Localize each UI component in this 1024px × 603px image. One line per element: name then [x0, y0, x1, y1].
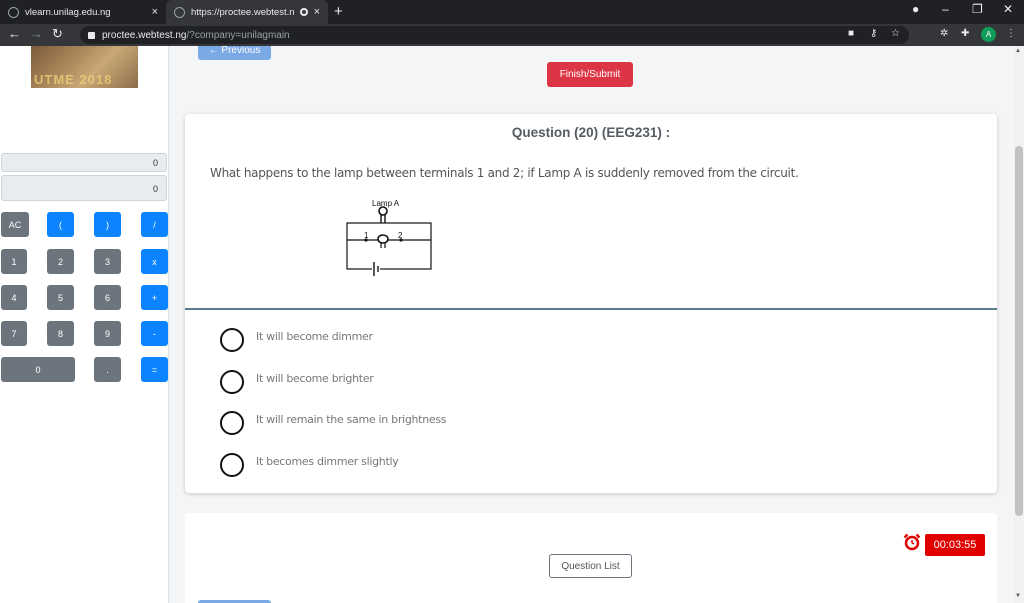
option-radio[interactable]: [220, 411, 244, 435]
reload-icon[interactable]: ↻: [52, 26, 63, 42]
finish-submit-button[interactable]: Finish/Submit: [547, 62, 633, 87]
alarm-clock-icon: [903, 533, 921, 551]
calc-button-plus[interactable]: +: [141, 285, 168, 310]
page-content: UTME 2018 0 0 AC ( ) / 1 2 3 x 4 5 6 + 7…: [0, 46, 1024, 603]
restore-icon[interactable]: ❐: [972, 2, 983, 16]
address-bar[interactable]: proctee.webtest.ng /?company=unilagmain: [80, 26, 909, 44]
calc-button-3[interactable]: 3: [94, 249, 121, 274]
main-area: ← Previous Finish/Submit Question (20) (…: [169, 46, 1014, 603]
back-arrow-icon[interactable]: ←: [8, 26, 21, 41]
option-label: It will become brighter: [256, 371, 374, 385]
option-radio[interactable]: [220, 370, 244, 394]
browser-tab-bar: vlearn.unilag.edu.ng × https://proctee.w…: [0, 0, 1024, 24]
menu-kebab-icon[interactable]: ⋮: [1006, 28, 1016, 39]
calc-button-multiply[interactable]: x: [141, 249, 168, 274]
browser-tab-proctee[interactable]: https://proctee.webtest.ng/ ×: [166, 0, 328, 24]
option-2[interactable]: It will become brighter: [220, 370, 374, 394]
globe-icon: [8, 6, 19, 18]
question-title: Question (20) (EEG231) :: [511, 125, 671, 140]
close-tab-icon[interactable]: ×: [314, 6, 320, 18]
calculator-display-top: 0: [1, 153, 167, 172]
forward-arrow-icon[interactable]: →: [30, 26, 43, 41]
calc-button-equals[interactable]: =: [141, 357, 168, 382]
circuit-diagram: Lamp A 1 2: [346, 199, 432, 276]
option-label: It will become dimmer: [256, 329, 373, 343]
url-host: proctee.webtest.ng: [102, 29, 187, 41]
calc-button-1[interactable]: 1: [1, 249, 27, 274]
bookmark-star-icon[interactable]: ☆: [891, 28, 900, 39]
calc-button-4[interactable]: 4: [1, 285, 27, 310]
left-panel: UTME 2018 0 0 AC ( ) / 1 2 3 x 4 5 6 + 7…: [0, 46, 169, 603]
globe-icon: [174, 6, 185, 18]
calc-button-6[interactable]: 6: [94, 285, 121, 310]
footer-card: 00:03:55 Question List: [185, 513, 997, 603]
window-close-icon[interactable]: ✕: [1003, 2, 1013, 16]
tab-title: vlearn.unilag.edu.ng: [25, 6, 111, 18]
calc-button-7[interactable]: 7: [1, 321, 27, 346]
lamp-a-icon: [378, 206, 388, 216]
option-4[interactable]: It becomes dimmer slightly: [220, 453, 399, 477]
browser-tab-vlearn[interactable]: vlearn.unilag.edu.ng ×: [0, 0, 166, 24]
calculator-display-bottom: 0: [1, 175, 167, 201]
calc-button-8[interactable]: 8: [47, 321, 74, 346]
calc-button-ac[interactable]: AC: [1, 212, 29, 237]
question-card: Question (20) (EEG231) : What happens to…: [185, 114, 997, 493]
question-divider: [185, 308, 997, 310]
webcam-overlay-text: UTME 2018: [34, 72, 113, 87]
circuit-loop: [346, 222, 432, 270]
recording-icon: [299, 8, 308, 16]
option-1[interactable]: It will become dimmer: [220, 328, 373, 352]
calc-button-divide[interactable]: /: [141, 212, 168, 237]
extension-gear-icon[interactable]: ✲: [940, 28, 948, 39]
calc-button-2[interactable]: 2: [47, 249, 74, 274]
browser-toolbar: ← → ↻ proctee.webtest.ng /?company=unila…: [0, 24, 1024, 46]
lamp-12-icon: [377, 234, 389, 244]
lamp-a-label: Lamp A: [372, 199, 400, 208]
calc-button-decimal[interactable]: .: [94, 357, 121, 382]
webcam-preview: UTME 2018: [31, 46, 138, 88]
close-tab-icon[interactable]: ×: [152, 6, 158, 18]
scroll-thumb[interactable]: [1015, 146, 1023, 516]
url-path: /?company=unilagmain: [186, 29, 290, 41]
tab-title: https://proctee.webtest.ng/: [191, 6, 294, 18]
calc-button-5[interactable]: 5: [47, 285, 74, 310]
option-3[interactable]: It will remain the same in brightness: [220, 411, 447, 435]
calc-button-minus[interactable]: -: [141, 321, 168, 346]
calc-button-close-paren[interactable]: ): [94, 212, 121, 237]
extensions-puzzle-icon[interactable]: ✚: [961, 28, 969, 39]
scroll-up-icon[interactable]: ▲: [1015, 48, 1021, 54]
profile-avatar[interactable]: A: [981, 27, 996, 42]
calc-button-open-paren[interactable]: (: [47, 212, 74, 237]
minimize-icon[interactable]: –: [942, 2, 949, 16]
page-scrollbar[interactable]: ▲ ▼: [1014, 46, 1024, 603]
countdown-timer: 00:03:55: [925, 534, 985, 556]
lock-icon: [88, 31, 95, 39]
question-text: What happens to the lamp between termina…: [210, 166, 799, 180]
calc-button-0[interactable]: 0: [1, 357, 75, 382]
question-list-button[interactable]: Question List: [549, 554, 632, 578]
option-radio[interactable]: [220, 328, 244, 352]
previous-button[interactable]: ← Previous: [198, 46, 271, 60]
option-label: It will remain the same in brightness: [256, 412, 447, 426]
key-icon[interactable]: ⚷: [870, 28, 877, 39]
new-tab-button[interactable]: +: [334, 3, 343, 20]
camera-icon[interactable]: ■: [848, 28, 854, 39]
calc-button-9[interactable]: 9: [94, 321, 121, 346]
profile-dropdown-icon[interactable]: ●: [912, 2, 919, 16]
option-label: It becomes dimmer slightly: [256, 454, 399, 468]
option-radio[interactable]: [220, 453, 244, 477]
scroll-down-icon[interactable]: ▼: [1015, 593, 1021, 599]
